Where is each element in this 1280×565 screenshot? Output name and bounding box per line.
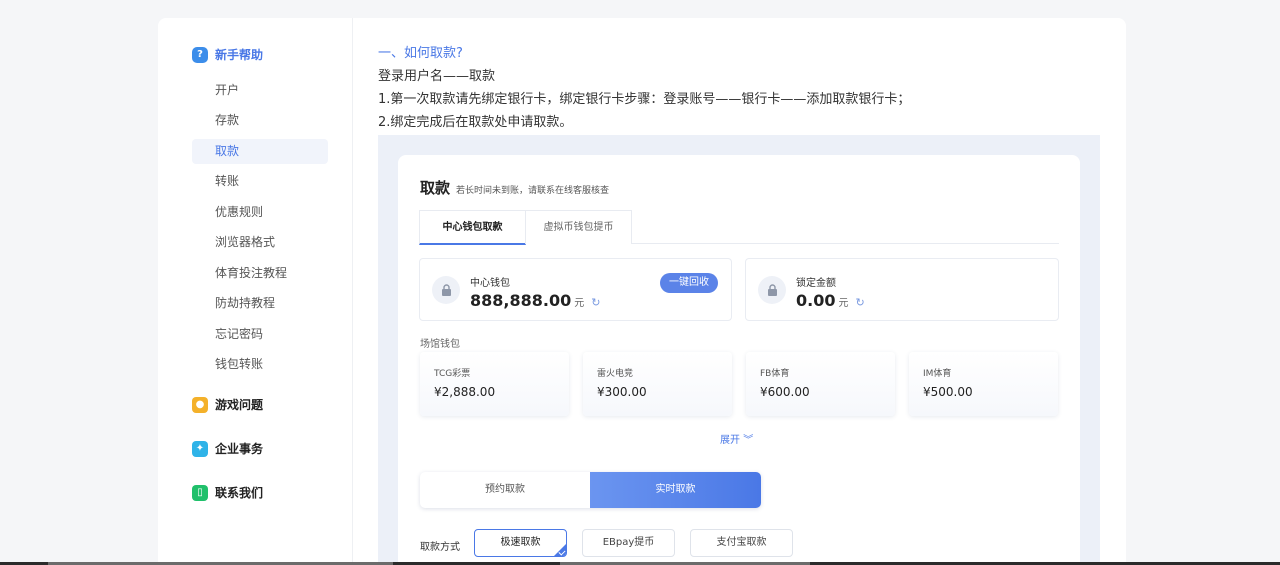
currency-unit: 元 — [838, 298, 849, 309]
category-newbie-help[interactable]: ? 新手帮助 — [192, 46, 263, 63]
category-label: 联系我们 — [215, 486, 264, 500]
sidebar-item-transfer[interactable]: 转账 — [192, 169, 328, 194]
question-icon: ? — [192, 46, 208, 63]
category-game-issues[interactable]: ● 游戏问题 — [192, 396, 263, 413]
withdraw-method-label: 取款方式 — [420, 542, 460, 553]
method-fast-withdraw[interactable]: 极速取款 — [474, 529, 567, 557]
venue-name: TCG彩票 — [434, 369, 471, 379]
withdraw-mode-toggle: 预约取款 实时取款 — [420, 472, 761, 508]
venue-amount: ¥500.00 — [923, 385, 973, 399]
locked-amount: 0.00 — [796, 291, 836, 310]
category-contact[interactable]: ▯ 联系我们 — [192, 484, 263, 501]
lock-icon — [758, 276, 786, 304]
venue-name: IM体育 — [923, 369, 952, 379]
method-label: 极速取款 — [500, 537, 541, 548]
venue-wallet-title: 场馆钱包 — [420, 339, 460, 350]
locked-amount-card: 锁定金额 0.00 元 ↻ — [745, 258, 1059, 321]
sidebar-item-open-account[interactable]: 开户 — [192, 78, 328, 103]
withdraw-screenshot: 取款 若长时间未到账，请联系在线客服核查 中心钱包取款 虚拟币钱包提币 中心钱包… — [378, 135, 1100, 565]
tab-center-wallet[interactable]: 中心钱包取款 — [419, 210, 526, 245]
venue-wallet-card[interactable]: 雷火电竞 ¥300.00 — [583, 352, 732, 416]
method-ebpay[interactable]: EBpay提币 — [582, 529, 675, 557]
recall-all-button[interactable]: 一键回收 — [660, 273, 718, 293]
sidebar-item-browser[interactable]: 浏览器格式 — [192, 230, 328, 255]
category-business[interactable]: ✦ 企业事务 — [192, 440, 263, 457]
center-wallet-label: 中心钱包 — [470, 278, 510, 289]
method-alipay[interactable]: 支付宝取款 — [690, 529, 793, 557]
locked-amount-label: 锁定金额 — [796, 278, 836, 289]
category-label: 企业事务 — [215, 442, 264, 456]
expand-label: 展开 — [720, 435, 740, 446]
help-center-card: ? 新手帮助 开户 存款 取款 转账 优惠规则 浏览器格式 体育投注教程 防劫持… — [158, 18, 1126, 565]
tab-crypto-wallet[interactable]: 虚拟币钱包提币 — [525, 210, 632, 244]
sidebar-item-wallet-transfer[interactable]: 钱包转账 — [192, 352, 328, 377]
expand-button[interactable]: 展开 ︾ — [720, 431, 753, 446]
venue-amount: ¥600.00 — [760, 385, 810, 399]
sidebar-item-forgot-password[interactable]: 忘记密码 — [192, 322, 328, 347]
article-line: 2.绑定完成后在取款处申请取款。 — [378, 115, 573, 130]
sidebar-item-withdraw[interactable]: 取款 — [192, 139, 328, 164]
venue-name: FB体育 — [760, 369, 790, 379]
locked-amount-row: 0.00 元 ↻ — [796, 291, 865, 310]
mode-realtime-button[interactable]: 实时取款 — [590, 472, 761, 508]
withdraw-title: 取款 — [420, 179, 451, 197]
article-content: 一、如何取款? 登录用户名——取款 1.第一次取款请先绑定银行卡，绑定银行卡步骤… — [378, 44, 1098, 135]
venue-wallet-card[interactable]: FB体育 ¥600.00 — [746, 352, 895, 416]
sidebar-item-deposit[interactable]: 存款 — [192, 108, 328, 133]
venue-amount: ¥2,888.00 — [434, 385, 496, 399]
mode-scheduled-button[interactable]: 预约取款 — [420, 472, 590, 508]
lock-icon — [432, 276, 460, 304]
refresh-icon[interactable]: ↻ — [591, 296, 600, 309]
sidebar-item-anti-hijack[interactable]: 防劫持教程 — [192, 291, 328, 316]
article-line: 登录用户名——取款 — [378, 69, 496, 84]
sidebar-item-sports-tutorial[interactable]: 体育投注教程 — [192, 261, 328, 286]
game-icon: ● — [192, 396, 208, 413]
venue-wallet-card[interactable]: TCG彩票 ¥2,888.00 — [420, 352, 569, 416]
venue-wallet-card[interactable]: IM体育 ¥500.00 — [909, 352, 1058, 416]
check-icon — [553, 543, 566, 556]
refresh-icon[interactable]: ↻ — [855, 296, 864, 309]
wallet-tabs: 中心钱包取款 虚拟币钱包提币 — [419, 210, 1059, 245]
center-wallet-amount-row: 888,888.00 元 ↻ — [470, 291, 600, 310]
venue-name: 雷火电竞 — [597, 369, 634, 379]
category-label: 新手帮助 — [215, 48, 264, 62]
center-wallet-card: 中心钱包 888,888.00 元 ↻ 一键回收 — [419, 258, 732, 321]
article-line: 1.第一次取款请先绑定银行卡，绑定银行卡步骤：登录账号——银行卡——添加取款银行… — [378, 92, 911, 107]
phone-icon: ▯ — [192, 484, 208, 501]
article-question: 一、如何取款? — [378, 46, 463, 61]
currency-unit: 元 — [574, 298, 585, 309]
help-sidebar: ? 新手帮助 开户 存款 取款 转账 优惠规则 浏览器格式 体育投注教程 防劫持… — [158, 18, 353, 565]
center-wallet-amount: 888,888.00 — [470, 291, 572, 310]
chevron-down-icon: ︾ — [743, 435, 754, 446]
business-icon: ✦ — [192, 440, 208, 457]
withdraw-subtitle: 若长时间未到账，请联系在线客服核查 — [456, 186, 610, 196]
sidebar-item-promo-rules[interactable]: 优惠规则 — [192, 200, 328, 225]
withdraw-panel: 取款 若长时间未到账，请联系在线客服核查 中心钱包取款 虚拟币钱包提币 中心钱包… — [398, 155, 1080, 565]
venue-amount: ¥300.00 — [597, 385, 647, 399]
category-label: 游戏问题 — [215, 398, 264, 412]
